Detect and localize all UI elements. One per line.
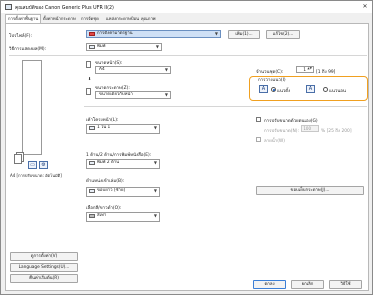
- preview-settings-icon[interactable]: ⚙: [39, 161, 48, 169]
- copies-value: 1: [303, 67, 306, 72]
- window-title: คุณสมบัติของ Canon Generic Plus UFR II(2…: [15, 6, 114, 11]
- ok-button[interactable]: ตกลง: [253, 280, 286, 289]
- copies-range: [1 ถึง 99]: [316, 70, 336, 75]
- page-layout-value: 1 ใน 1: [97, 125, 111, 130]
- duplex-icon: [89, 161, 95, 165]
- divider: [84, 106, 367, 107]
- output-size-value: ขนาดเดียวกับหน้า: [99, 92, 133, 97]
- chevron-down-icon: ▼: [155, 44, 159, 49]
- divider: [9, 55, 367, 56]
- profile-icon: [89, 32, 95, 36]
- basic-settings-panel: โปรไฟล์(F): การตั้งค่ามาตรฐาน ▼ เพิ่ม(1)…: [5, 23, 369, 291]
- printer-properties-window: คุณสมบัติของ Canon Generic Plus UFR II(2…: [0, 0, 373, 295]
- restore-defaults-button[interactable]: คืนค่าเริ่มต้น(R): [10, 274, 78, 283]
- output-method-select[interactable]: พิมพ์ ▼: [86, 43, 162, 51]
- binding-icon: [89, 189, 95, 193]
- watermark-checkbox[interactable]: [256, 137, 261, 142]
- help-button[interactable]: วิธีใช้: [329, 280, 362, 289]
- close-icon[interactable]: ✕: [361, 3, 369, 11]
- tab-finishing[interactable]: การจัดชุด: [79, 15, 101, 23]
- page-layout-icon: [89, 126, 95, 130]
- output-size-label: ขนาดกระดาษ(Z):: [95, 86, 130, 91]
- watermark-label: ลายน้ำ(W): [264, 139, 285, 144]
- spin-arrows-icon[interactable]: ▲▼: [307, 66, 312, 71]
- cancel-button[interactable]: ยกเลิก: [291, 280, 324, 289]
- color-mode-label: เลือกสี/ขาวดำ(O):: [86, 206, 122, 211]
- color-mode-value: สีเทา: [97, 213, 107, 218]
- duplex-select[interactable]: พิมพ์ 2 ด้าน ▼: [86, 159, 160, 169]
- chevron-down-icon: ▼: [153, 125, 157, 130]
- binding-select[interactable]: ขอบยาว [ซ้าย] ▼: [86, 187, 160, 197]
- preview-caption: A4 [การปรับขนาด: อัตโนมัติ]: [10, 173, 62, 178]
- printer-icon: [5, 4, 12, 10]
- output-method-label: วิธีการแสดงผล(M):: [9, 47, 47, 52]
- tab-basic-settings[interactable]: การตั้งค่าพื้นฐาน: [5, 14, 42, 23]
- binding-value: ขอบยาว [ซ้าย]: [97, 188, 126, 193]
- chevron-down-icon: ▼: [153, 160, 157, 165]
- tab-paper-source[interactable]: แหล่งกระดาษป้อน: [104, 15, 141, 23]
- preview-layout-icon[interactable]: ▭: [28, 161, 37, 169]
- manual-scaling-checkbox[interactable]: [256, 117, 261, 122]
- preview-sheet: [22, 60, 42, 155]
- profile-select[interactable]: การตั้งค่ามาตรฐาน ▼: [86, 30, 221, 38]
- edit-profile-button[interactable]: แก้ไข(2)...: [266, 30, 300, 39]
- page-layout-label: เค้าโครงหน้า(L):: [86, 118, 119, 123]
- title-bar: คุณสมบัติของ Canon Generic Plus UFR II(2…: [1, 1, 372, 13]
- chevron-down-icon: ▼: [153, 188, 157, 193]
- output-method-value: พิมพ์: [97, 44, 106, 49]
- copies-label: จำนวนชุด(C):: [256, 70, 284, 75]
- add-profile-button[interactable]: เพิ่ม(1)...: [228, 30, 260, 39]
- profile-value: การตั้งค่ามาตรฐาน: [97, 31, 133, 36]
- chevron-down-icon: ▼: [214, 31, 218, 36]
- paper-size-select[interactable]: A4 ▼: [95, 66, 171, 74]
- page-layout-select[interactable]: 1 ใน 1 ▼: [86, 124, 160, 134]
- printer-small-icon: [89, 45, 95, 49]
- output-size-icon: [86, 88, 91, 95]
- duplex-label: 1 ด้าน/2 ด้าน/การพิมพ์หนังสือ(E):: [86, 153, 152, 158]
- manual-scaling-label: การปรับขนาดด้วยตนเอง(G): [264, 119, 318, 124]
- tab-page-setup[interactable]: ตั้งค่าหน้ากระดาษ: [41, 15, 78, 23]
- output-size-select[interactable]: ขนาดเดียวกับหน้า ▼: [95, 91, 171, 99]
- paper-size-value: A4: [99, 67, 105, 72]
- binding-margin-button[interactable]: ขอบเย็บกระดาษ(J)...: [256, 186, 364, 195]
- orientation-highlight: [249, 76, 368, 101]
- language-settings-button[interactable]: Language Settings(U)...: [10, 263, 78, 272]
- chevron-down-icon: ▼: [153, 213, 157, 218]
- chevron-down-icon: ▼: [164, 92, 168, 97]
- page-stack-icon: [14, 154, 22, 164]
- scaling-spinbox[interactable]: 100: [301, 125, 319, 132]
- binding-label: ตำแหน่งเข้าเล่ม(B):: [86, 179, 125, 184]
- arrow-down-icon: ⬇: [88, 76, 92, 81]
- chevron-down-icon: ▼: [164, 67, 168, 72]
- tab-quality[interactable]: คุณภาพ: [139, 15, 158, 23]
- paper-size-label: ขนาดหน้า(S):: [95, 61, 123, 66]
- scaling-range: % [25 ถึง 200]: [321, 129, 352, 134]
- grayscale-icon: [89, 214, 95, 218]
- scaling-value: 100: [303, 126, 311, 131]
- profile-label: โปรไฟล์(F):: [9, 34, 32, 39]
- duplex-value: พิมพ์ 2 ด้าน: [97, 160, 120, 165]
- copies-spinbox[interactable]: 1 ▲▼: [296, 66, 314, 73]
- view-settings-button[interactable]: ดูการตั้งค่า(V): [10, 252, 78, 261]
- scaling-label: การปรับขนาด(N):: [264, 129, 299, 134]
- page-size-icon: [86, 61, 91, 68]
- color-mode-select[interactable]: สีเทา ▼: [86, 212, 160, 222]
